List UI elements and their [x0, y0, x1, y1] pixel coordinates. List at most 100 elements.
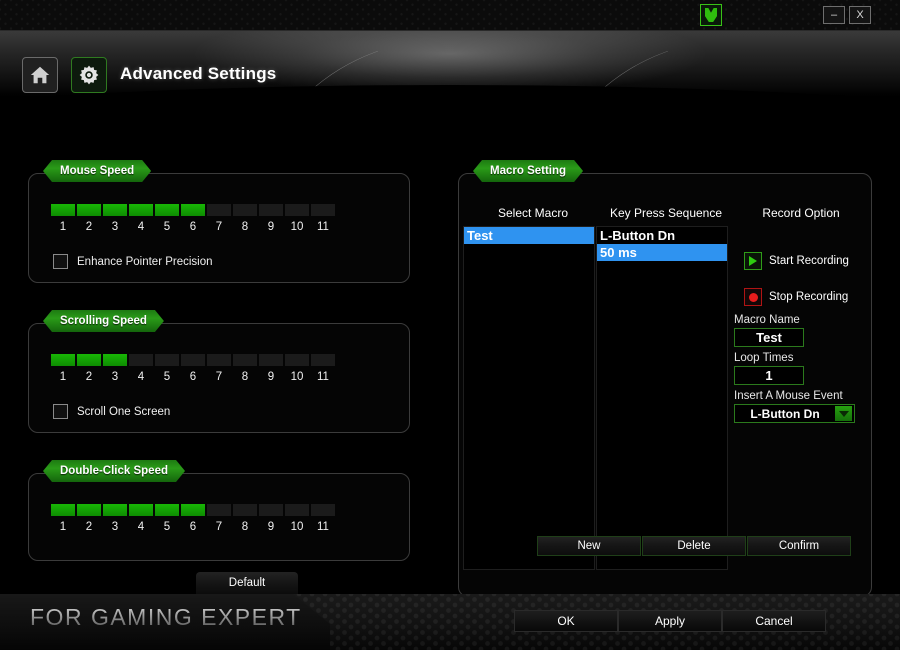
tick-label: 2: [85, 521, 93, 533]
scroll-one-screen-checkbox[interactable]: Scroll One Screen: [53, 404, 170, 419]
slider-segment-2[interactable]: [77, 354, 101, 366]
delete-macro-button[interactable]: Delete: [642, 536, 746, 556]
slider-segment-5[interactable]: [155, 204, 179, 216]
default-button[interactable]: Default: [196, 572, 298, 594]
tick-label: 8: [241, 221, 249, 233]
checkbox-label: Scroll One Screen: [77, 405, 171, 418]
slider-segment-2[interactable]: [77, 504, 101, 516]
cancel-button[interactable]: Cancel: [722, 610, 826, 632]
macro-setting-panel: Macro Setting Select Macro Key Press Seq…: [458, 173, 872, 597]
brand-logo-glyph: [705, 8, 717, 22]
start-recording-button[interactable]: Start Recording: [744, 252, 849, 270]
slider-segment-3[interactable]: [103, 204, 127, 216]
slider-segment-1[interactable]: [51, 504, 75, 516]
slider-segment-11[interactable]: [311, 354, 335, 366]
start-recording-label: Start Recording: [769, 255, 849, 267]
slider-segment-4[interactable]: [129, 354, 153, 366]
slider-segment-3[interactable]: [103, 504, 127, 516]
macro-setting-tab-label: Macro Setting: [473, 160, 583, 182]
key-sequence-item[interactable]: L-Button Dn: [597, 227, 727, 244]
tick-label: 3: [111, 521, 119, 533]
tick-label: 10: [290, 371, 304, 383]
close-button[interactable]: X: [849, 6, 871, 24]
key-sequence-item[interactable]: 50 ms: [597, 244, 727, 261]
record-stop-icon: [744, 288, 762, 306]
enhance-pointer-precision-checkbox[interactable]: Enhance Pointer Precision: [53, 254, 213, 269]
slider-segment-10[interactable]: [285, 504, 309, 516]
insert-mouse-event-value: L-Button Dn: [750, 406, 820, 421]
slider-segment-7[interactable]: [207, 504, 231, 516]
slider-segment-7[interactable]: [207, 204, 231, 216]
slider-segment-2[interactable]: [77, 204, 101, 216]
slider-segment-11[interactable]: [311, 204, 335, 216]
slider-segment-6[interactable]: [181, 204, 205, 216]
slider-segment-4[interactable]: [129, 504, 153, 516]
tick-label: 7: [215, 221, 223, 233]
macro-list-item[interactable]: Test: [464, 227, 594, 244]
tick-label: 1: [59, 521, 67, 533]
key-sequence-list[interactable]: L-Button Dn 50 ms: [596, 226, 728, 570]
tick-label: 2: [85, 221, 93, 233]
tick-label: 5: [163, 371, 171, 383]
apply-button[interactable]: Apply: [618, 610, 722, 632]
slider-segment-9[interactable]: [259, 204, 283, 216]
slider-segment-10[interactable]: [285, 354, 309, 366]
slider-segment-9[interactable]: [259, 354, 283, 366]
slider-segment-5[interactable]: [155, 354, 179, 366]
ok-button[interactable]: OK: [514, 610, 618, 632]
slider-segment-10[interactable]: [285, 204, 309, 216]
tick-label: 5: [163, 521, 171, 533]
slider-segment-6[interactable]: [181, 354, 205, 366]
slider-segment-6[interactable]: [181, 504, 205, 516]
play-icon: [744, 252, 762, 270]
macro-list[interactable]: Test: [463, 226, 595, 570]
double-click-speed-panel: Double-Click Speed 1 2 3 4 5 6 7 8 9 10 11: [28, 473, 410, 561]
scrolling-speed-slider[interactable]: [51, 354, 335, 366]
tick-label: 9: [267, 371, 275, 383]
slider-segment-11[interactable]: [311, 504, 335, 516]
tick-label: 3: [111, 221, 119, 233]
confirm-macro-button[interactable]: Confirm: [747, 536, 851, 556]
slider-segment-9[interactable]: [259, 504, 283, 516]
slider-segment-8[interactable]: [233, 504, 257, 516]
tick-label: 1: [59, 371, 67, 383]
slider-segment-3[interactable]: [103, 354, 127, 366]
tick-label: 10: [290, 521, 304, 533]
double-click-speed-tab-label: Double-Click Speed: [43, 460, 185, 482]
minimize-button[interactable]: –: [823, 6, 845, 24]
stop-recording-button[interactable]: Stop Recording: [744, 288, 848, 306]
insert-mouse-event-select[interactable]: L-Button Dn: [734, 404, 855, 423]
slider-segment-5[interactable]: [155, 504, 179, 516]
slider-segment-7[interactable]: [207, 354, 231, 366]
tick-label: 5: [163, 221, 171, 233]
slider-segment-1[interactable]: [51, 354, 75, 366]
select-macro-header: Select Macro: [497, 206, 569, 220]
tick-label: 11: [317, 521, 329, 533]
checkbox-label: Enhance Pointer Precision: [77, 255, 213, 268]
page-title: Advanced Settings: [120, 64, 277, 83]
macro-name-input[interactable]: Test: [734, 328, 804, 347]
tick-label: 9: [267, 521, 275, 533]
tick-label: 1: [59, 221, 67, 233]
tick-label: 10: [290, 221, 304, 233]
slider-segment-8[interactable]: [233, 354, 257, 366]
mouse-speed-slider[interactable]: [51, 204, 335, 216]
double-click-speed-slider[interactable]: [51, 504, 335, 516]
title-bar: – X: [0, 0, 900, 31]
home-icon[interactable]: [22, 57, 58, 93]
tick-label: 7: [215, 521, 223, 533]
scrolling-speed-ticks: 1 2 3 4 5 6 7 8 9 10 11: [50, 371, 336, 383]
slider-segment-4[interactable]: [129, 204, 153, 216]
slider-segment-1[interactable]: [51, 204, 75, 216]
tick-label: 4: [137, 221, 145, 233]
tick-label: 4: [137, 371, 145, 383]
scrolling-speed-tab-label: Scrolling Speed: [43, 310, 164, 332]
tick-label: 3: [111, 371, 119, 383]
checkbox-box: [53, 254, 68, 269]
slider-segment-8[interactable]: [233, 204, 257, 216]
tick-label: 7: [215, 371, 223, 383]
gear-icon[interactable]: [71, 57, 107, 93]
tick-label: 6: [189, 521, 197, 533]
loop-times-input[interactable]: 1: [734, 366, 804, 385]
new-macro-button[interactable]: New: [537, 536, 641, 556]
